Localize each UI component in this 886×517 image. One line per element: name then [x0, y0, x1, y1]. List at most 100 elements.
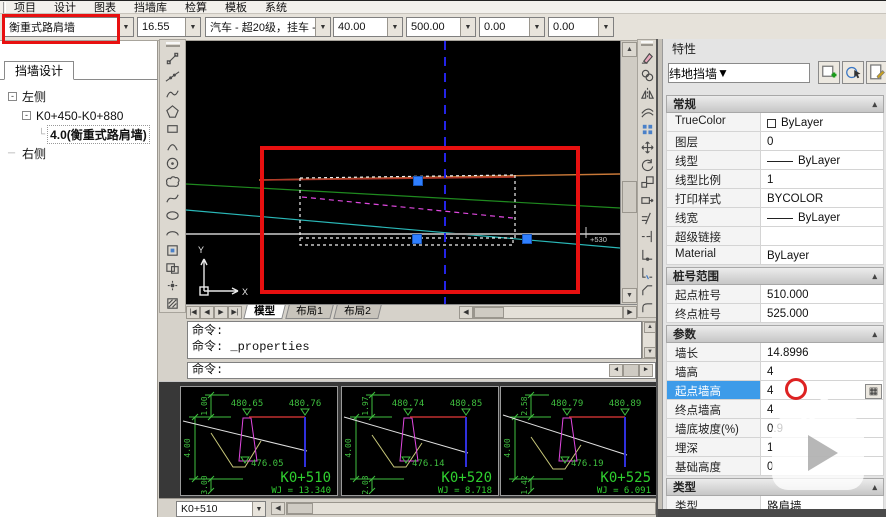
fillet-icon[interactable]: [638, 299, 656, 317]
construction-line-icon[interactable]: [163, 67, 183, 84]
chevron-down-icon[interactable]: ▼: [387, 18, 402, 36]
menu-item-design[interactable]: 设计: [54, 1, 76, 14]
spline-icon[interactable]: [163, 190, 183, 207]
ellipse-arc-icon[interactable]: [163, 225, 183, 242]
calculator-button[interactable]: ▦: [865, 384, 882, 399]
param3-combo[interactable]: 0.00 ▼: [479, 17, 545, 37]
grip-handle[interactable]: [523, 235, 532, 244]
hatch-icon[interactable]: [163, 294, 183, 311]
command-scrollbar[interactable]: ▲ ▼: [642, 321, 656, 359]
circle-icon[interactable]: [163, 155, 183, 172]
property-row-hyperlink[interactable]: 超级链接: [666, 227, 884, 246]
chevron-down-icon[interactable]: ▼: [118, 18, 133, 36]
tab-layout1[interactable]: 布局1: [285, 305, 333, 319]
property-row-wall-height[interactable]: 墙高 4: [666, 362, 884, 381]
grip-handle[interactable]: [413, 235, 422, 244]
offset-icon[interactable]: [638, 103, 656, 121]
tree-node-station-range[interactable]: - K0+450-K0+880: [8, 106, 150, 125]
quick-select-button[interactable]: [866, 61, 886, 84]
menu-item-template[interactable]: 模板: [225, 1, 247, 14]
line-icon[interactable]: [163, 50, 183, 67]
chevron-down-icon[interactable]: ▼: [529, 18, 544, 36]
toolbar-grip[interactable]: [641, 41, 653, 46]
command-history[interactable]: 命令: 命令: _properties: [187, 321, 642, 359]
last-tab-icon[interactable]: ▶|: [228, 306, 242, 319]
property-row-layer[interactable]: 图层 0: [666, 132, 884, 151]
scroll-down-icon[interactable]: ▼: [622, 288, 637, 303]
scroll-left-icon[interactable]: ◀: [609, 364, 623, 377]
load-grade-combo[interactable]: 汽车 - 超20级，挂车 - 1 ▼: [205, 17, 331, 37]
scrollbar-thumb[interactable]: [623, 364, 639, 377]
param1-combo[interactable]: 40.00 ▼: [333, 17, 403, 37]
collapse-icon[interactable]: -: [22, 111, 31, 120]
property-row-plotstyle[interactable]: 打印样式 BYCOLOR: [666, 189, 884, 208]
break-icon[interactable]: [638, 263, 656, 281]
mirror-icon[interactable]: [638, 85, 656, 103]
param4-combo[interactable]: 0.00 ▼: [548, 17, 614, 37]
cad-canvas[interactable]: +530 Y X: [186, 41, 620, 304]
erase-icon[interactable]: [638, 49, 656, 67]
grip-handle[interactable]: [414, 177, 423, 186]
scroll-left-icon[interactable]: ◀: [271, 502, 285, 515]
revision-cloud-icon[interactable]: [163, 172, 183, 189]
select-objects-button[interactable]: [842, 61, 864, 84]
extend-icon[interactable]: [638, 228, 656, 246]
property-row-end-wall-height[interactable]: 终点墙高 4: [666, 400, 884, 419]
toolbar-grip[interactable]: [166, 42, 180, 47]
menu-item-check[interactable]: 检算: [185, 1, 207, 14]
trim-icon[interactable]: [638, 210, 656, 228]
scrollbar-thumb[interactable]: [622, 181, 637, 213]
array-icon[interactable]: [638, 120, 656, 138]
chevron-down-icon[interactable]: ▼: [252, 502, 265, 516]
canvas-vertical-scrollbar[interactable]: ▲ ▼: [620, 41, 637, 304]
scroll-right-icon[interactable]: ▶: [623, 306, 637, 319]
prev-tab-icon[interactable]: ◀: [200, 306, 214, 319]
point-icon[interactable]: [163, 277, 183, 294]
property-row-material[interactable]: Material ByLayer: [666, 246, 884, 265]
toolbar-grip[interactable]: [3, 2, 6, 13]
menu-item-project[interactable]: 项目: [14, 1, 36, 14]
property-row-truecolor[interactable]: TrueColor ByLayer: [666, 113, 884, 132]
tab-layout2[interactable]: 布局2: [333, 305, 381, 319]
palette-grip[interactable]: [658, 39, 663, 517]
property-row-start-wall-height[interactable]: 起点墙高 4 ▦: [666, 381, 884, 400]
chevron-down-icon[interactable]: ▼: [315, 18, 330, 36]
toggle-pickadd-button[interactable]: [818, 61, 840, 84]
scroll-right-icon[interactable]: ▶: [639, 364, 653, 377]
ellipse-icon[interactable]: [163, 207, 183, 224]
section-header-general[interactable]: 常规▴: [666, 95, 884, 113]
first-tab-icon[interactable]: |◀: [186, 306, 200, 319]
insert-block-icon[interactable]: [163, 242, 183, 259]
break-at-point-icon[interactable]: [638, 245, 656, 263]
scroll-left-icon[interactable]: ◀: [459, 306, 473, 319]
scroll-up-icon[interactable]: ▲: [644, 322, 656, 333]
property-row-wall-length[interactable]: 墙长 14.8996: [666, 343, 884, 362]
section-header-type[interactable]: 类型▴: [666, 478, 884, 496]
chevron-down-icon[interactable]: ▼: [598, 18, 613, 36]
chevron-down-icon[interactable]: ▼: [185, 18, 200, 36]
command-horizontal-scrollbar[interactable]: ◀ ▶: [609, 364, 653, 377]
property-row-start-station[interactable]: 起点桩号 510.000: [666, 285, 884, 304]
preview-panel-k0+520[interactable]: 480.74 480.85 476.14 1.97 4.00 2.03 K0+5…: [341, 386, 499, 496]
next-tab-icon[interactable]: ▶: [214, 306, 228, 319]
tree-node-left-side[interactable]: - 左侧: [8, 87, 150, 106]
section-header-station-range[interactable]: 桩号范围▴: [666, 267, 884, 285]
polygon-icon[interactable]: [163, 102, 183, 119]
rectangle-icon[interactable]: [163, 120, 183, 137]
scroll-up-icon[interactable]: ▲: [622, 42, 637, 57]
property-row-base-slope[interactable]: 墙底坡度(%) 0.9: [666, 419, 884, 438]
tab-wall-design[interactable]: 挡墙设计: [4, 61, 74, 80]
make-block-icon[interactable]: [163, 260, 183, 277]
tree-node-right-side[interactable]: ─ 右侧: [8, 144, 150, 163]
stretch-icon[interactable]: [638, 192, 656, 210]
property-row-linetype[interactable]: 线型 ByLayer: [666, 151, 884, 170]
scrollbar-thumb[interactable]: [474, 307, 504, 318]
param2-combo[interactable]: 500.00 ▼: [406, 17, 476, 37]
section-header-parameters[interactable]: 参数▴: [666, 325, 884, 343]
scrollbar-thumb[interactable]: [287, 503, 313, 514]
canvas-horizontal-scrollbar[interactable]: [473, 306, 623, 319]
arc-icon[interactable]: [163, 137, 183, 154]
menu-item-wall-lib[interactable]: 挡墙库: [134, 1, 167, 14]
object-type-combo[interactable]: 纬地挡墙 ▼: [668, 63, 810, 83]
scroll-down-icon[interactable]: ▼: [644, 347, 656, 358]
